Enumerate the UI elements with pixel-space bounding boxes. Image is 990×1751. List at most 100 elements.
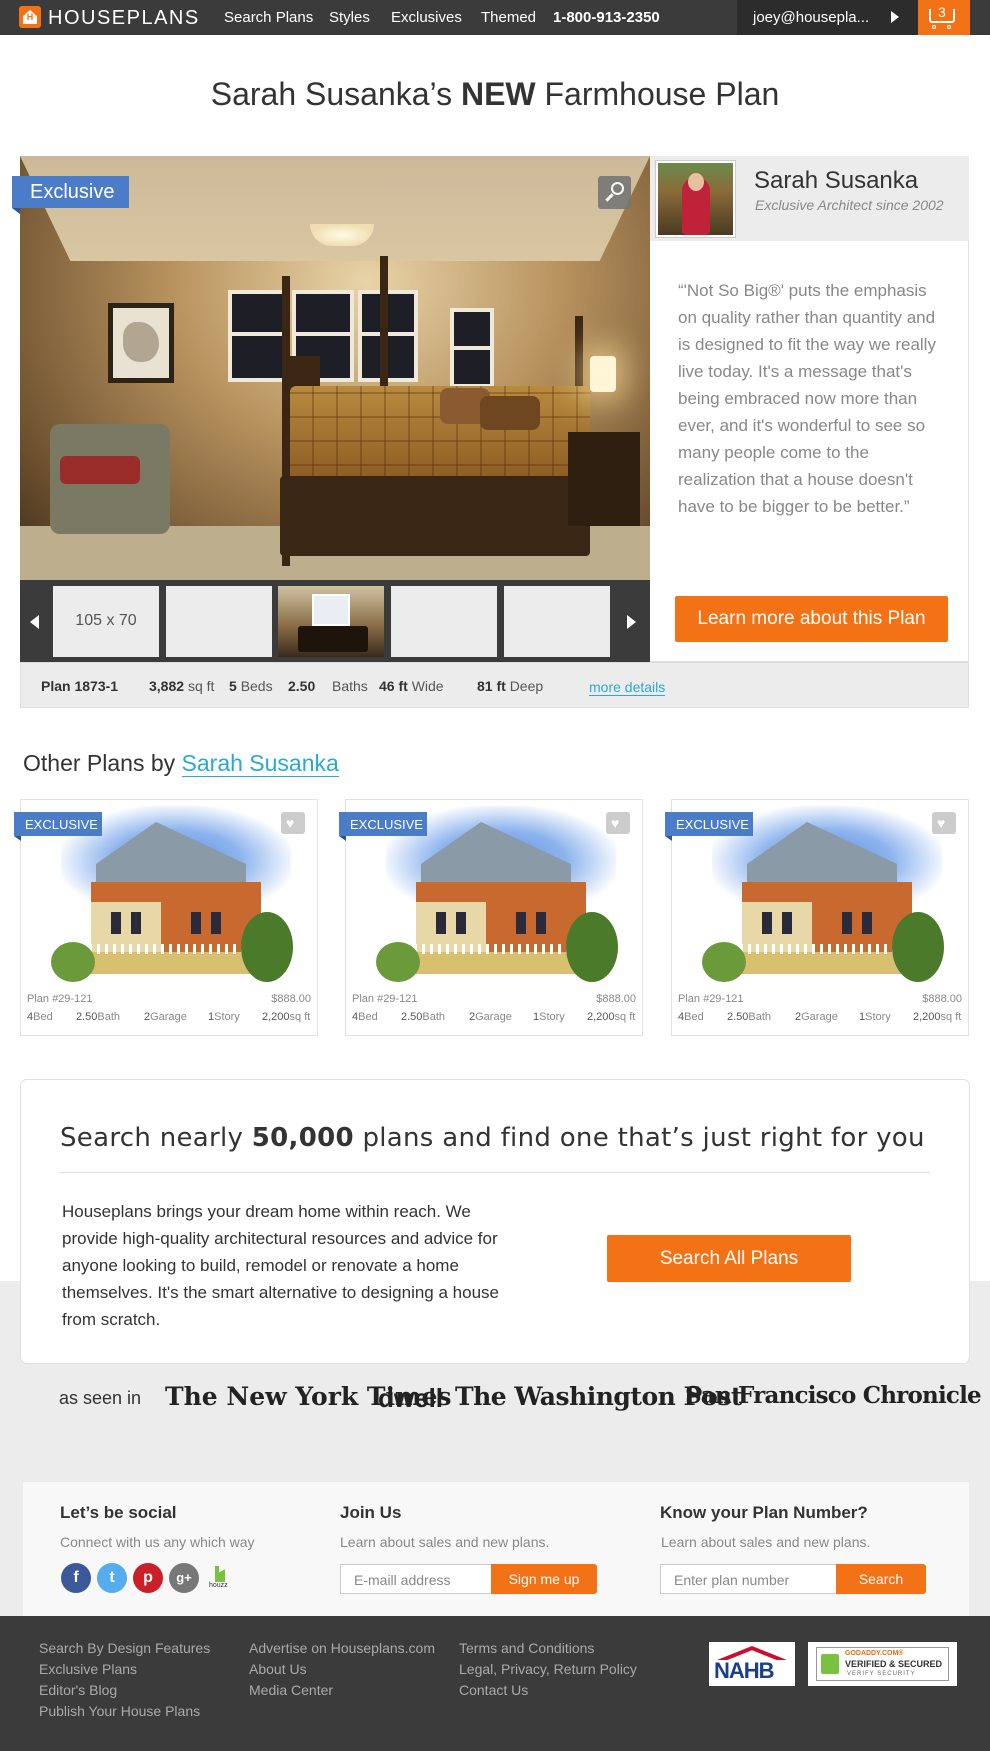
plan-card[interactable]: EXCLUSIVE ♥ Plan #29-121 $888.00 4 Bed 2… (665, 799, 969, 1036)
nav-exclusives[interactable]: Exclusives (391, 9, 462, 26)
favorite-button[interactable]: ♥ (932, 812, 956, 834)
footer-link[interactable]: Contact Us (459, 1682, 528, 1698)
deep-value: 81 ft (477, 678, 506, 694)
plan-number-subtitle: Learn about sales and new plans. (661, 1534, 871, 1550)
zoom-button[interactable] (598, 176, 631, 209)
nav-styles[interactable]: Styles (329, 9, 370, 26)
hero-photo[interactable] (20, 156, 650, 580)
window (358, 290, 418, 382)
favorite-button[interactable]: ♥ (606, 812, 630, 834)
footer-link[interactable]: Exclusive Plans (39, 1661, 137, 1677)
badge-fold (14, 836, 21, 841)
footer-link[interactable]: About Us (249, 1661, 307, 1677)
plan-card[interactable]: EXCLUSIVE ♥ Plan #29-121 $888.00 4 Bed 2… (14, 799, 318, 1036)
footer-link[interactable]: Editor's Blog (39, 1682, 117, 1698)
facebook-icon[interactable]: f (61, 1563, 91, 1593)
nav-phone[interactable]: 1-800-913-2350 (553, 9, 660, 26)
deep-unit: Deep (509, 678, 544, 694)
nav-themed[interactable]: Themed (481, 9, 536, 26)
window (450, 308, 494, 388)
houzz-icon[interactable]: houzz (209, 1566, 233, 1592)
avatar-face (688, 173, 704, 191)
thumbnail[interactable]: 105 x 70 (53, 586, 159, 657)
caret-right-icon (891, 11, 899, 23)
plan-stats-bar: Plan 1873-1 3,882 sq ft 5 Beds 2.50 Bath… (20, 662, 969, 708)
sqft-value: 3,882 (149, 678, 185, 694)
thumbnail[interactable] (166, 586, 272, 657)
architect-link[interactable]: Sarah Susanka (181, 750, 339, 777)
title-prefix: Sarah Susanka’s (210, 76, 461, 112)
pinterest-icon[interactable]: p (133, 1563, 163, 1593)
footer-link[interactable]: Search By Design Features (39, 1640, 210, 1656)
sqft-unit: sq ft (187, 678, 215, 694)
godaddy-verify: VERIFY SECURITY (847, 1671, 916, 1677)
plan-number-title: Know your Plan Number? (660, 1503, 868, 1522)
card-plan-number: Plan #29-121 (678, 993, 744, 1005)
pillow (480, 396, 540, 430)
nav-search-plans[interactable]: Search Plans (224, 9, 313, 26)
next-arrow-icon[interactable] (627, 615, 636, 629)
plan-number: Plan 1873-1 (41, 678, 119, 694)
lock-icon (821, 1654, 839, 1674)
godaddy-seal[interactable]: GODADDY.COM® VERIFIED & SECURED VERIFY S… (808, 1642, 957, 1686)
thumbnail[interactable] (504, 586, 610, 657)
user-email: joey@housepla... (753, 9, 870, 26)
search-heading: Search nearly 50,000 plans and find one … (60, 1123, 925, 1153)
exclusive-badge: Exclusive (12, 176, 129, 208)
footer-link[interactable]: Legal, Privacy, Return Policy (459, 1661, 637, 1677)
footer-link[interactable]: Publish Your House Plans (39, 1703, 200, 1719)
other-plans-prefix: Other Plans by (23, 750, 182, 776)
email-field[interactable]: E-maill address (340, 1564, 492, 1594)
beds-value: 5 (229, 678, 237, 694)
plan-number-input[interactable]: Enter plan number (660, 1564, 837, 1594)
nightstand (568, 432, 640, 526)
footer-link[interactable]: Advertise on Houseplans.com (249, 1640, 435, 1656)
card-price: $888.00 (922, 993, 962, 1005)
user-menu[interactable]: joey@housepla... (737, 0, 918, 35)
divider (60, 1172, 930, 1173)
logo-letter: H (26, 12, 34, 22)
thumbnail[interactable] (391, 586, 497, 657)
sign-up-button[interactable]: Sign me up (491, 1564, 597, 1594)
exclusive-badge: EXCLUSIVE (14, 812, 102, 836)
join-title: Join Us (340, 1503, 402, 1522)
favorite-button[interactable]: ♥ (281, 812, 305, 834)
cart-wheel (932, 25, 936, 29)
dwell-logo: dwell (378, 1383, 444, 1413)
twitter-icon[interactable]: t (97, 1563, 127, 1593)
house-logo-icon[interactable]: H (19, 6, 41, 28)
nahb-badge[interactable]: NAHB (709, 1642, 795, 1686)
logo-wordmark[interactable]: HOUSEPLANS (48, 7, 200, 30)
badge-fold (339, 836, 346, 841)
thumb-window (312, 594, 350, 626)
more-details-link[interactable]: more details (589, 679, 666, 696)
heart-icon: ♥ (937, 815, 946, 831)
heart-icon: ♥ (286, 815, 295, 831)
cart-wheel (947, 25, 951, 29)
architect-avatar[interactable] (655, 160, 736, 238)
footer-link[interactable]: Terms and Conditions (459, 1640, 594, 1656)
card-price: $888.00 (271, 993, 311, 1005)
social-subtitle: Connect with us any which way (60, 1534, 255, 1550)
table-lamp (590, 356, 616, 392)
wide-unit: Wide (411, 678, 444, 694)
chair-throw (60, 456, 140, 484)
prev-arrow-icon[interactable] (30, 615, 39, 629)
search-all-plans-button[interactable]: Search All Plans (607, 1235, 851, 1282)
footer-link[interactable]: Media Center (249, 1682, 333, 1698)
exclusive-badge: EXCLUSIVE (665, 812, 753, 836)
learn-more-button[interactable]: Learn more about this Plan (675, 596, 948, 642)
top-nav: H HOUSEPLANS Search Plans Styles Exclusi… (0, 0, 990, 35)
search-description: Houseplans brings your dream home within… (62, 1202, 499, 1329)
thumbnail-photo[interactable] (278, 586, 384, 657)
heart-icon: ♥ (611, 815, 620, 831)
google-plus-icon[interactable]: g+ (169, 1563, 199, 1593)
cart-count: 3 (938, 4, 946, 20)
sf-chronicle-logo: San Francisco Chronicle (685, 1382, 982, 1409)
wall-picture (108, 303, 174, 383)
plan-card[interactable]: EXCLUSIVE ♥ Plan #29-121 $888.00 4 Bed 2… (339, 799, 643, 1036)
cart-button[interactable]: 3 (918, 0, 970, 35)
beds-unit: Beds (240, 678, 273, 694)
plan-search-button[interactable]: Search (836, 1564, 926, 1594)
architect-name[interactable]: Sarah Susanka (754, 167, 918, 195)
